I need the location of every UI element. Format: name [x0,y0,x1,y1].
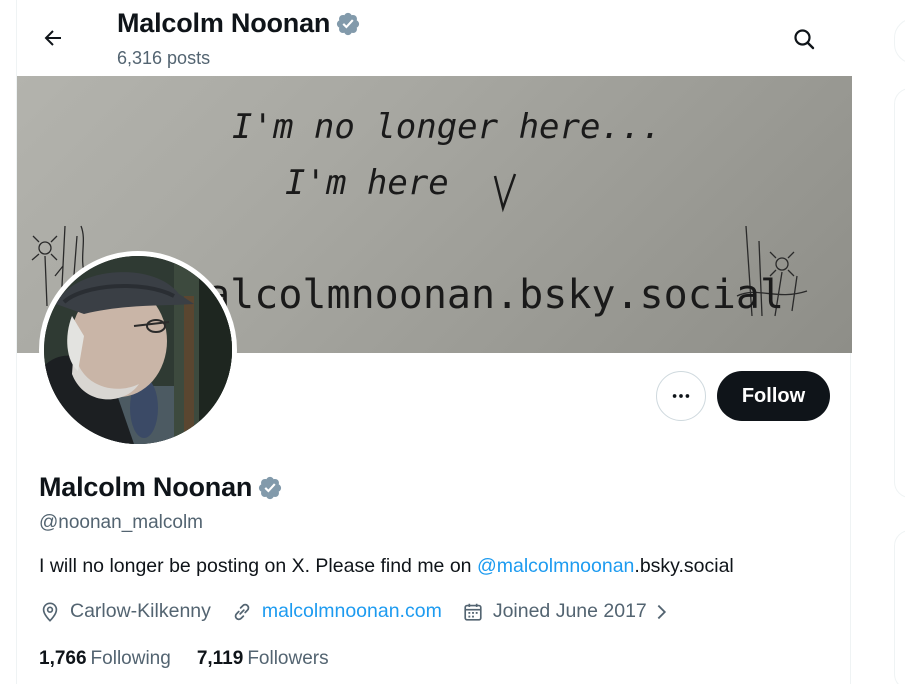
profile-name-row: Malcolm Noonan [39,472,283,503]
profile-handle: @noonan_malcolm [39,512,203,533]
profile-stats: 1,766 Following 7,119 Followers [39,648,355,670]
profile-meta: Carlow-Kilkenny malcolmnoonan.com Joined… [39,600,691,623]
location-item: Carlow-Kilkenny [39,600,211,623]
search-button[interactable] [785,20,823,58]
following-link[interactable]: 1,766 Following [39,648,171,670]
followers-label: Followers [247,648,329,669]
left-margin [0,0,16,684]
bio-text-suffix: .bsky.social [634,555,734,577]
bio-mention-link[interactable]: @malcolmnoonan [477,555,634,577]
chevron-right-icon [657,604,666,619]
banner-line-2: I'm here [285,163,449,203]
location-pin-icon [42,601,58,622]
verified-badge-icon[interactable] [257,475,283,501]
header-posts-count: 6,316 posts [117,48,211,68]
following-count: 1,766 [39,648,87,669]
sidebar-search-box[interactable] [894,18,905,64]
website-item: malcolmnoonan.com [231,600,442,623]
profile-column: Malcolm Noonan 6,316 posts I'm no longer… [16,0,852,684]
joined-text: Joined June 2017 [492,600,647,622]
followers-link[interactable]: 7,119 Followers [197,648,329,670]
right-sidebar [852,0,905,684]
sidebar-card [894,530,905,684]
following-label: Following [90,648,171,669]
avatar[interactable] [39,251,237,449]
banner-line-3: malcolmnoonan.bsky.social [182,272,784,318]
profile-bio: I will no longer be posting on X. Please… [39,555,734,578]
link-icon [234,603,250,620]
followers-count: 7,119 [196,648,244,669]
bio-text-prefix: I will no longer be posting on X. Please… [39,555,477,577]
avatar-photo [44,256,232,444]
back-arrow-icon [44,30,61,46]
profile-header-bar: Malcolm Noonan 6,316 posts [17,0,852,76]
website-link[interactable]: malcolmnoonan.com [262,600,442,623]
location-text: Carlow-Kilkenny [70,600,211,622]
search-icon [794,29,815,50]
joined-item[interactable]: Joined June 2017 [462,600,671,623]
banner-line-1: I'm no longer here... [232,107,662,147]
header-title-wrap: Malcolm Noonan [117,8,361,39]
verified-badge-icon [337,12,360,35]
follow-button[interactable]: Follow [717,371,830,421]
sidebar-card [894,88,905,498]
more-options-button[interactable] [656,371,706,421]
back-button[interactable] [35,20,71,56]
profile-display-name: Malcolm Noonan [39,472,253,502]
more-options-icon [672,394,690,398]
calendar-icon [464,603,482,621]
header-title: Malcolm Noonan [117,8,331,38]
